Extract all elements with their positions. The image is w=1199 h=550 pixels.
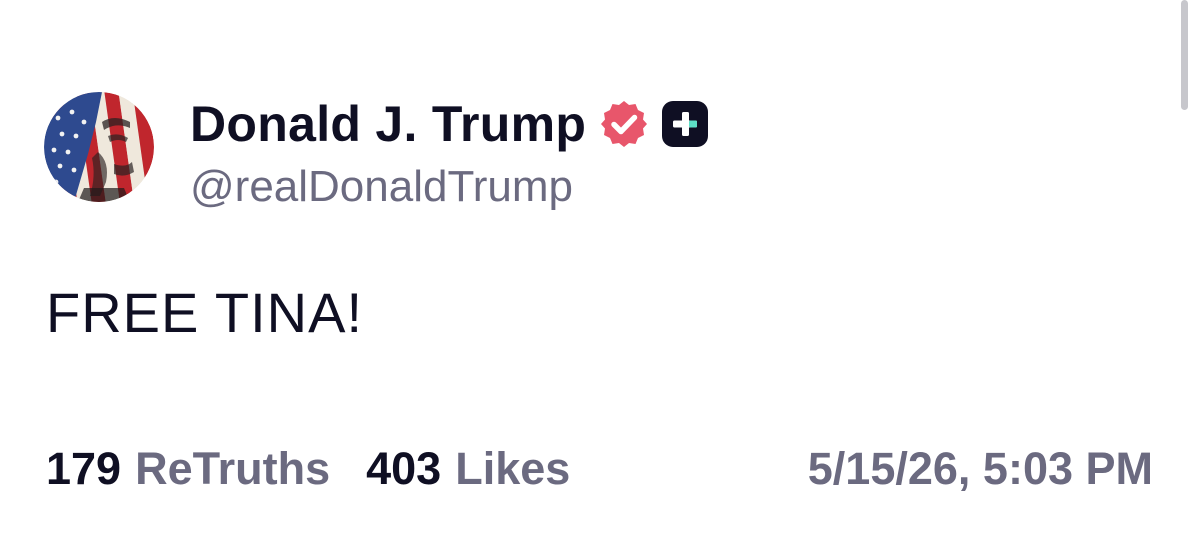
likes-stat[interactable]: 403 Likes	[366, 443, 570, 495]
retruths-count: 179	[46, 443, 122, 494]
author-display-name[interactable]: Donald J. Trump	[190, 95, 586, 153]
likes-label: Likes	[455, 443, 571, 494]
retruths-label: ReTruths	[135, 443, 331, 494]
post-timestamp: 5/15/26, 5:03 PM	[807, 443, 1153, 494]
post-body-text: FREE TINA!	[46, 281, 364, 344]
post-stats: 179 ReTruths 403 Likes	[46, 443, 570, 495]
scrollbar[interactable]	[1181, 0, 1188, 110]
author-handle[interactable]: @realDonaldTrump	[190, 162, 573, 212]
truth-plus-icon	[660, 99, 710, 149]
flag-portrait-icon	[44, 92, 154, 202]
truth-post-card: Donald J. Trump @realDonaldTrump FREE TI…	[0, 0, 1199, 550]
verified-badge-icon	[598, 98, 650, 150]
likes-count: 403	[366, 443, 442, 494]
author-name-row: Donald J. Trump	[190, 92, 710, 156]
retruths-stat[interactable]: 179 ReTruths	[46, 443, 330, 495]
avatar[interactable]	[44, 92, 154, 202]
